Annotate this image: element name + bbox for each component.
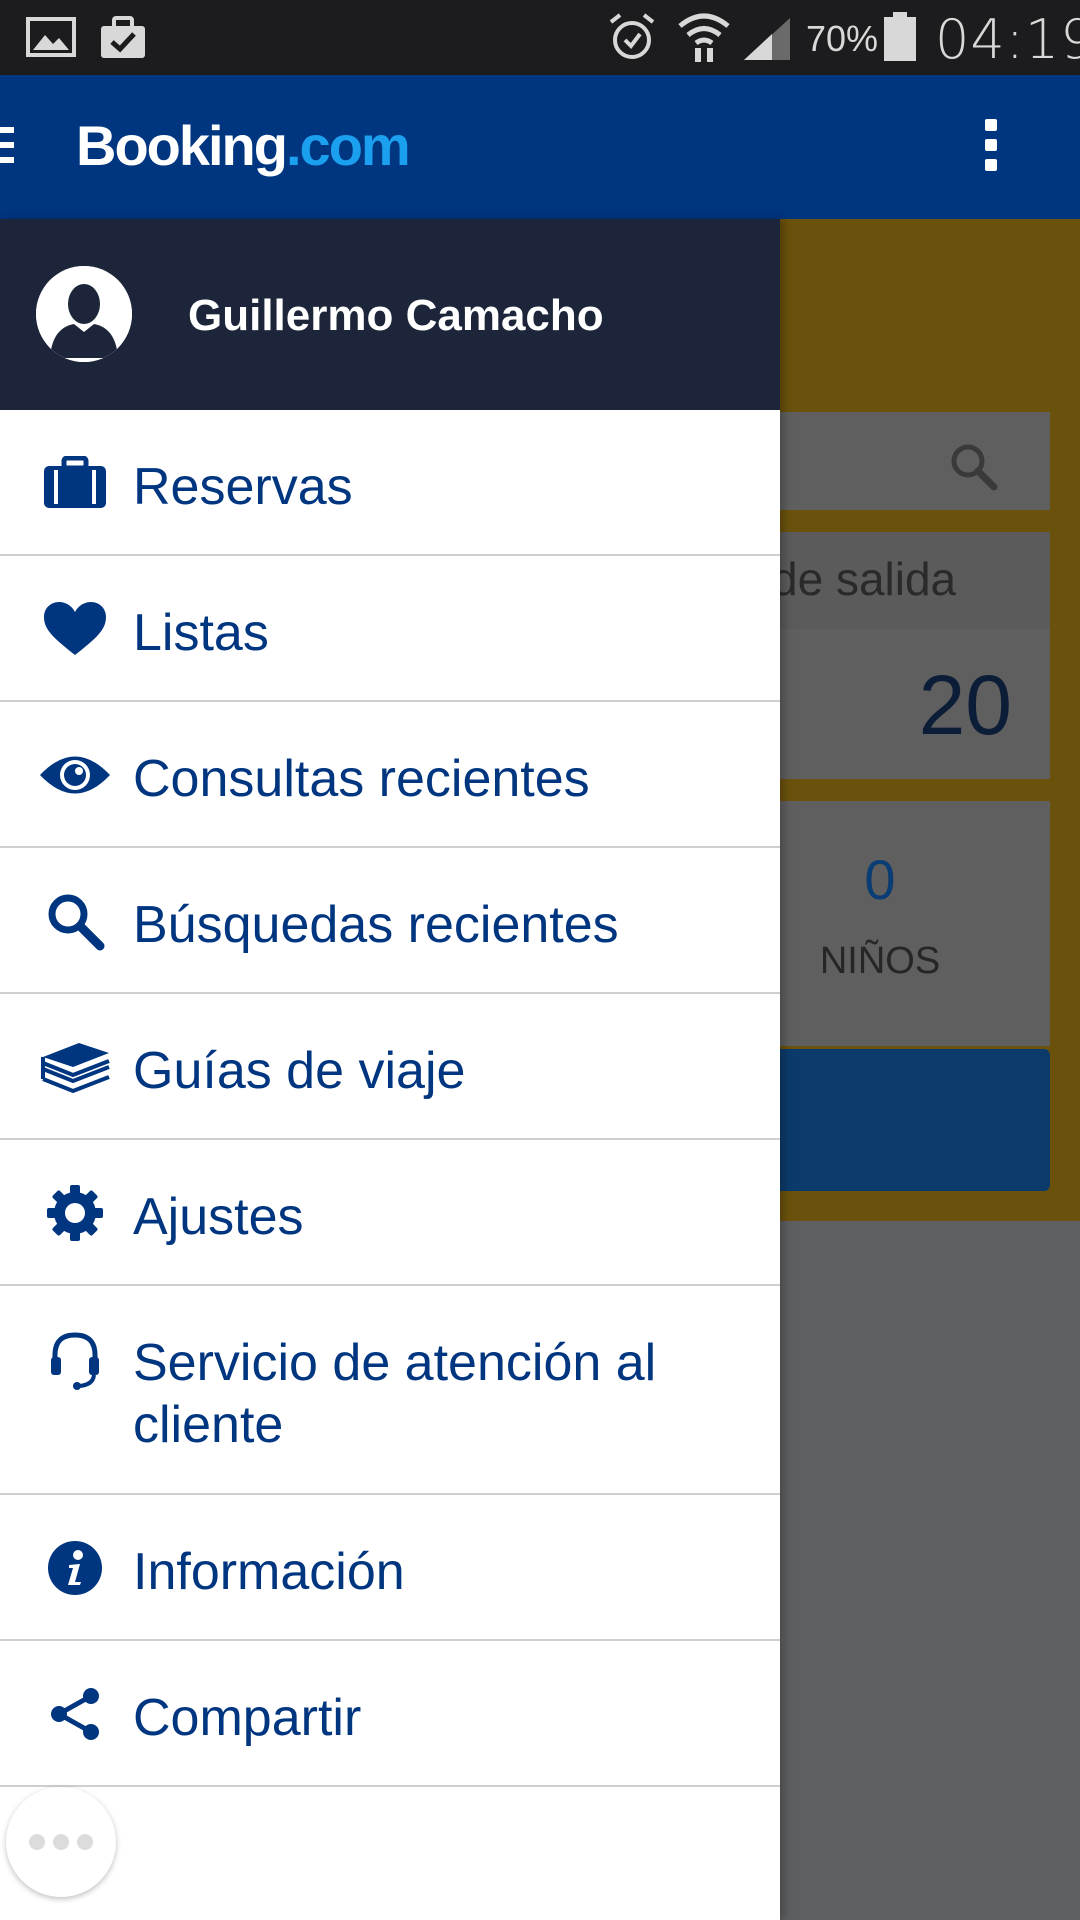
avatar[interactable] bbox=[36, 266, 132, 362]
more-dot-icon bbox=[77, 1834, 93, 1850]
kids-count: 0 bbox=[864, 848, 896, 911]
drawer-menu: Reservas Listas Consultas recientes Búsq… bbox=[0, 410, 780, 1787]
floating-more-button[interactable] bbox=[6, 1787, 116, 1897]
menu-item-label: Ajustes bbox=[133, 1188, 304, 1246]
search-button[interactable] bbox=[760, 1049, 1050, 1191]
signal-icon bbox=[744, 18, 790, 60]
alarm-icon bbox=[609, 13, 655, 59]
menu-item-informacion[interactable]: Información bbox=[0, 1495, 780, 1641]
brand-main: Booking bbox=[76, 114, 288, 177]
menu-item-label: Búsquedas recientes bbox=[133, 896, 619, 954]
battery-percent: 70% bbox=[806, 18, 879, 59]
checkout-label: de salida bbox=[760, 532, 1050, 629]
more-dot-icon bbox=[53, 1834, 69, 1850]
overflow-menu-icon[interactable] bbox=[985, 119, 997, 179]
menu-item-guias-de-viaje[interactable]: Guías de viaje bbox=[0, 994, 780, 1140]
checkout-date[interactable]: 20 bbox=[760, 629, 1050, 779]
task-icon bbox=[101, 16, 145, 58]
menu-item-label: Listas bbox=[133, 604, 269, 662]
drawer-header[interactable]: Guillermo Camacho bbox=[0, 219, 780, 410]
brand-logo: Booking.com bbox=[76, 113, 411, 178]
status-bar: 70% 04:19 bbox=[0, 0, 1080, 75]
search-icon bbox=[38, 894, 112, 951]
share-icon bbox=[38, 1688, 112, 1740]
navigation-drawer: Guillermo Camacho Reservas Listas Consul… bbox=[0, 219, 780, 1920]
menu-item-listas[interactable]: Listas bbox=[0, 556, 780, 702]
user-silhouette-icon bbox=[36, 266, 132, 362]
menu-item-label: Información bbox=[133, 1543, 405, 1601]
hamburger-icon[interactable] bbox=[0, 127, 14, 172]
wifi-icon bbox=[678, 13, 730, 62]
headset-icon bbox=[38, 1332, 112, 1390]
clock: 04:19 bbox=[935, 8, 1080, 71]
search-icon bbox=[951, 444, 998, 491]
menu-item-label: Consultas recientes bbox=[133, 750, 590, 808]
info-icon bbox=[38, 1541, 112, 1595]
menu-item-ajustes[interactable]: Ajustes bbox=[0, 1140, 780, 1286]
user-name: Guillermo Camacho bbox=[188, 291, 604, 340]
menu-item-label: Reservas bbox=[133, 458, 353, 516]
eye-icon bbox=[38, 749, 112, 801]
kids-label: NIÑOS bbox=[819, 940, 941, 982]
briefcase-icon bbox=[38, 456, 112, 509]
guests-box[interactable] bbox=[760, 801, 1050, 1046]
menu-item-compartir[interactable]: Compartir bbox=[0, 1641, 780, 1787]
menu-item-label: Guías de viaje bbox=[133, 1042, 466, 1100]
menu-item-servicio-atencion-cliente[interactable]: Servicio de atención al cliente bbox=[0, 1286, 780, 1495]
menu-item-label: Servicio de atención al cliente bbox=[133, 1334, 657, 1454]
menu-item-consultas-recientes[interactable]: Consultas recientes bbox=[0, 702, 780, 848]
books-icon bbox=[38, 1041, 112, 1094]
menu-item-busquedas-recientes[interactable]: Búsquedas recientes bbox=[0, 848, 780, 994]
gallery-icon bbox=[26, 17, 76, 57]
destination-input[interactable] bbox=[760, 412, 1050, 510]
menu-item-label: Compartir bbox=[133, 1689, 362, 1747]
app-bar: Booking.com bbox=[0, 75, 1080, 219]
gear-icon bbox=[38, 1185, 112, 1241]
battery-icon bbox=[884, 12, 916, 61]
brand-suffix: .com bbox=[285, 114, 411, 177]
heart-icon bbox=[38, 602, 112, 655]
more-dot-icon bbox=[29, 1834, 45, 1850]
menu-item-reservas[interactable]: Reservas bbox=[0, 410, 780, 556]
